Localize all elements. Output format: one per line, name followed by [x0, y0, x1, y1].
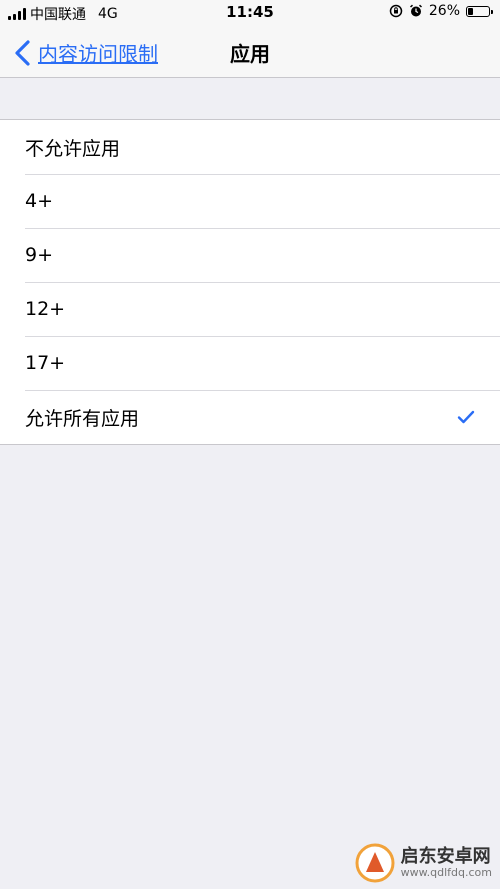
option-label: 12+: [25, 298, 66, 320]
alarm-icon: [409, 4, 422, 17]
option-4plus[interactable]: 4+: [0, 174, 500, 228]
option-dont-allow-apps[interactable]: 不允许应用: [0, 120, 500, 174]
option-9plus[interactable]: 9+: [0, 228, 500, 282]
option-label: 不允许应用: [25, 137, 121, 160]
checkmark-icon: [457, 410, 475, 424]
page-title: 应用: [230, 42, 270, 66]
watermark-text: 启东安卓网 www.qdlfdq.com: [401, 847, 492, 879]
watermark: 启东安卓网 www.qdlfdq.com: [355, 843, 492, 883]
app-restriction-list: 不允许应用 4+ 9+ 12+ 17+ 允许所有应用: [0, 119, 500, 445]
status-bar: 中国联通 4G 11:45 26%: [0, 0, 500, 26]
status-right: 26%: [389, 3, 493, 19]
watermark-url: www.qdlfdq.com: [400, 865, 492, 879]
option-label: 4+: [25, 190, 54, 212]
option-label: 9+: [25, 244, 54, 266]
option-allow-all-apps[interactable]: 允许所有应用: [0, 390, 500, 444]
watermark-title: 启东安卓网: [400, 846, 491, 868]
battery-icon: [466, 5, 493, 17]
rotation-lock-icon: [389, 4, 403, 18]
option-label: 17+: [25, 352, 66, 374]
option-label: 允许所有应用: [25, 407, 140, 430]
battery-fill: [468, 7, 474, 15]
option-17plus[interactable]: 17+: [0, 336, 500, 390]
watermark-logo-icon: [355, 843, 395, 883]
option-12plus[interactable]: 12+: [0, 282, 500, 336]
navigation-bar: 内容访问限制 应用: [0, 26, 500, 78]
battery-percent: 26%: [428, 3, 460, 19]
